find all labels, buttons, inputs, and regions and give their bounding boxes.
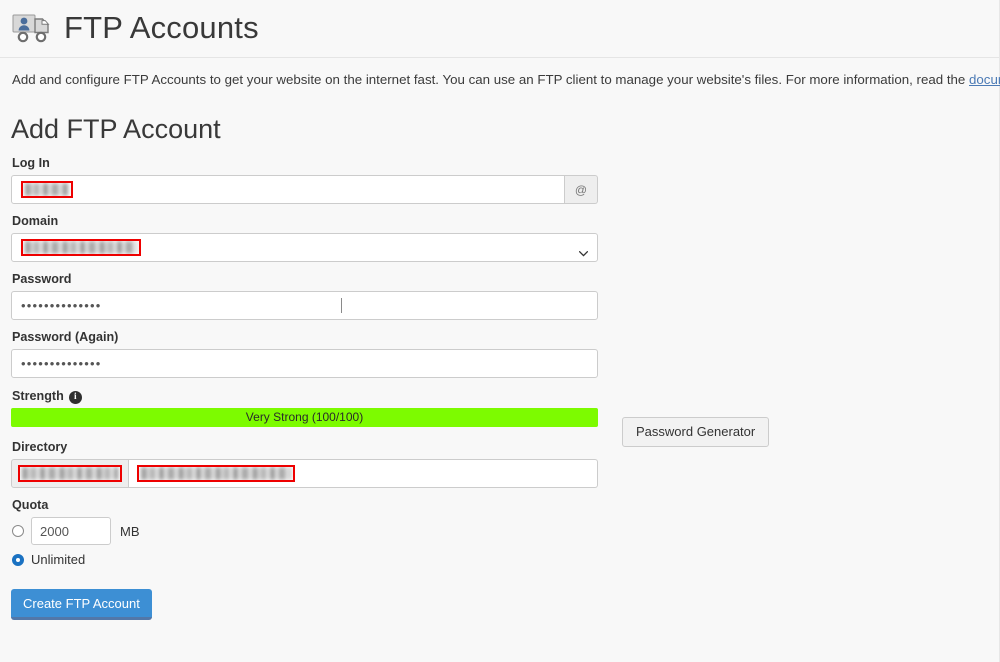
login-redacted-value (21, 181, 73, 198)
section-title: Add FTP Account (11, 114, 221, 144)
password-label: Password (12, 272, 72, 286)
quota-amount-input[interactable] (31, 517, 111, 545)
page-header: FTP Accounts (0, 0, 999, 48)
domain-blur (25, 241, 137, 254)
info-circle-icon[interactable]: i (68, 390, 82, 404)
login-input-group: @ (11, 175, 598, 204)
directory-blur (141, 467, 291, 480)
login-blur (25, 183, 69, 196)
domain-select[interactable] (11, 233, 598, 262)
quota-limited-row: MB (12, 517, 598, 545)
password-again-label: Password (Again) (12, 330, 119, 344)
password-strength-bar: Very Strong (100/100) (11, 408, 598, 427)
password-again-masked-value: •••••••••••••• (21, 356, 102, 371)
page-title: FTP Accounts (64, 10, 259, 45)
directory-prefix-redacted-value (18, 465, 122, 482)
login-input[interactable] (11, 175, 565, 204)
ftp-truck-user-icon (12, 13, 54, 45)
page-description: Add and configure FTP Accounts to get yo… (0, 58, 1000, 89)
quota-unlimited-radio[interactable] (12, 553, 24, 566)
create-ftp-account-button[interactable]: Create FTP Account (11, 589, 152, 620)
login-field-group: Log In @ (11, 155, 598, 204)
directory-prefix-blur (22, 467, 118, 480)
description-text-before-link: Add and configure FTP Accounts to get yo… (12, 72, 969, 87)
directory-input-group (11, 459, 598, 488)
directory-redacted-value (137, 465, 295, 482)
password-again-field-group: Password (Again) •••••••••••••• (11, 329, 598, 378)
quota-limited-radio[interactable] (12, 525, 24, 537)
password-field-group: Password •••••••••••••• (11, 271, 598, 320)
password-again-input[interactable]: •••••••••••••• (11, 349, 598, 378)
password-input[interactable]: •••••••••••••• (11, 291, 598, 320)
quota-unlimited-label: Unlimited (31, 552, 86, 567)
domain-redacted-value (21, 239, 141, 256)
quota-unit-label: MB (120, 523, 140, 539)
add-ftp-account-form: Log In @ Domain Password •••••••••••••• … (0, 145, 598, 567)
documentation-link[interactable]: documentation (969, 72, 1000, 87)
directory-input[interactable] (129, 459, 598, 488)
domain-field-group: Domain (11, 213, 598, 262)
directory-label: Directory (12, 440, 68, 454)
quota-field-group: Quota MB Unlimited (11, 497, 598, 567)
text-cursor (341, 298, 342, 313)
password-masked-value: •••••••••••••• (21, 298, 102, 313)
strength-label: Strength (12, 389, 64, 403)
domain-label: Domain (12, 214, 59, 228)
strength-field-group: Strength i Very Strong (100/100) (11, 387, 598, 427)
at-symbol-addon: @ (565, 175, 598, 204)
password-strength-meter: Very Strong (100/100) (11, 408, 598, 427)
quota-label: Quota (12, 498, 49, 512)
password-generator-button[interactable]: Password Generator (622, 417, 770, 447)
directory-field-group: Directory (11, 439, 598, 488)
login-label: Log In (12, 156, 50, 170)
quota-unlimited-row: Unlimited (12, 552, 598, 567)
domain-select-wrap (11, 233, 598, 262)
ftp-accounts-page: FTP Accounts Add and configure FTP Accou… (0, 0, 1000, 662)
strength-label-wrap: Strength i (12, 388, 82, 404)
directory-prefix-addon (11, 459, 129, 488)
